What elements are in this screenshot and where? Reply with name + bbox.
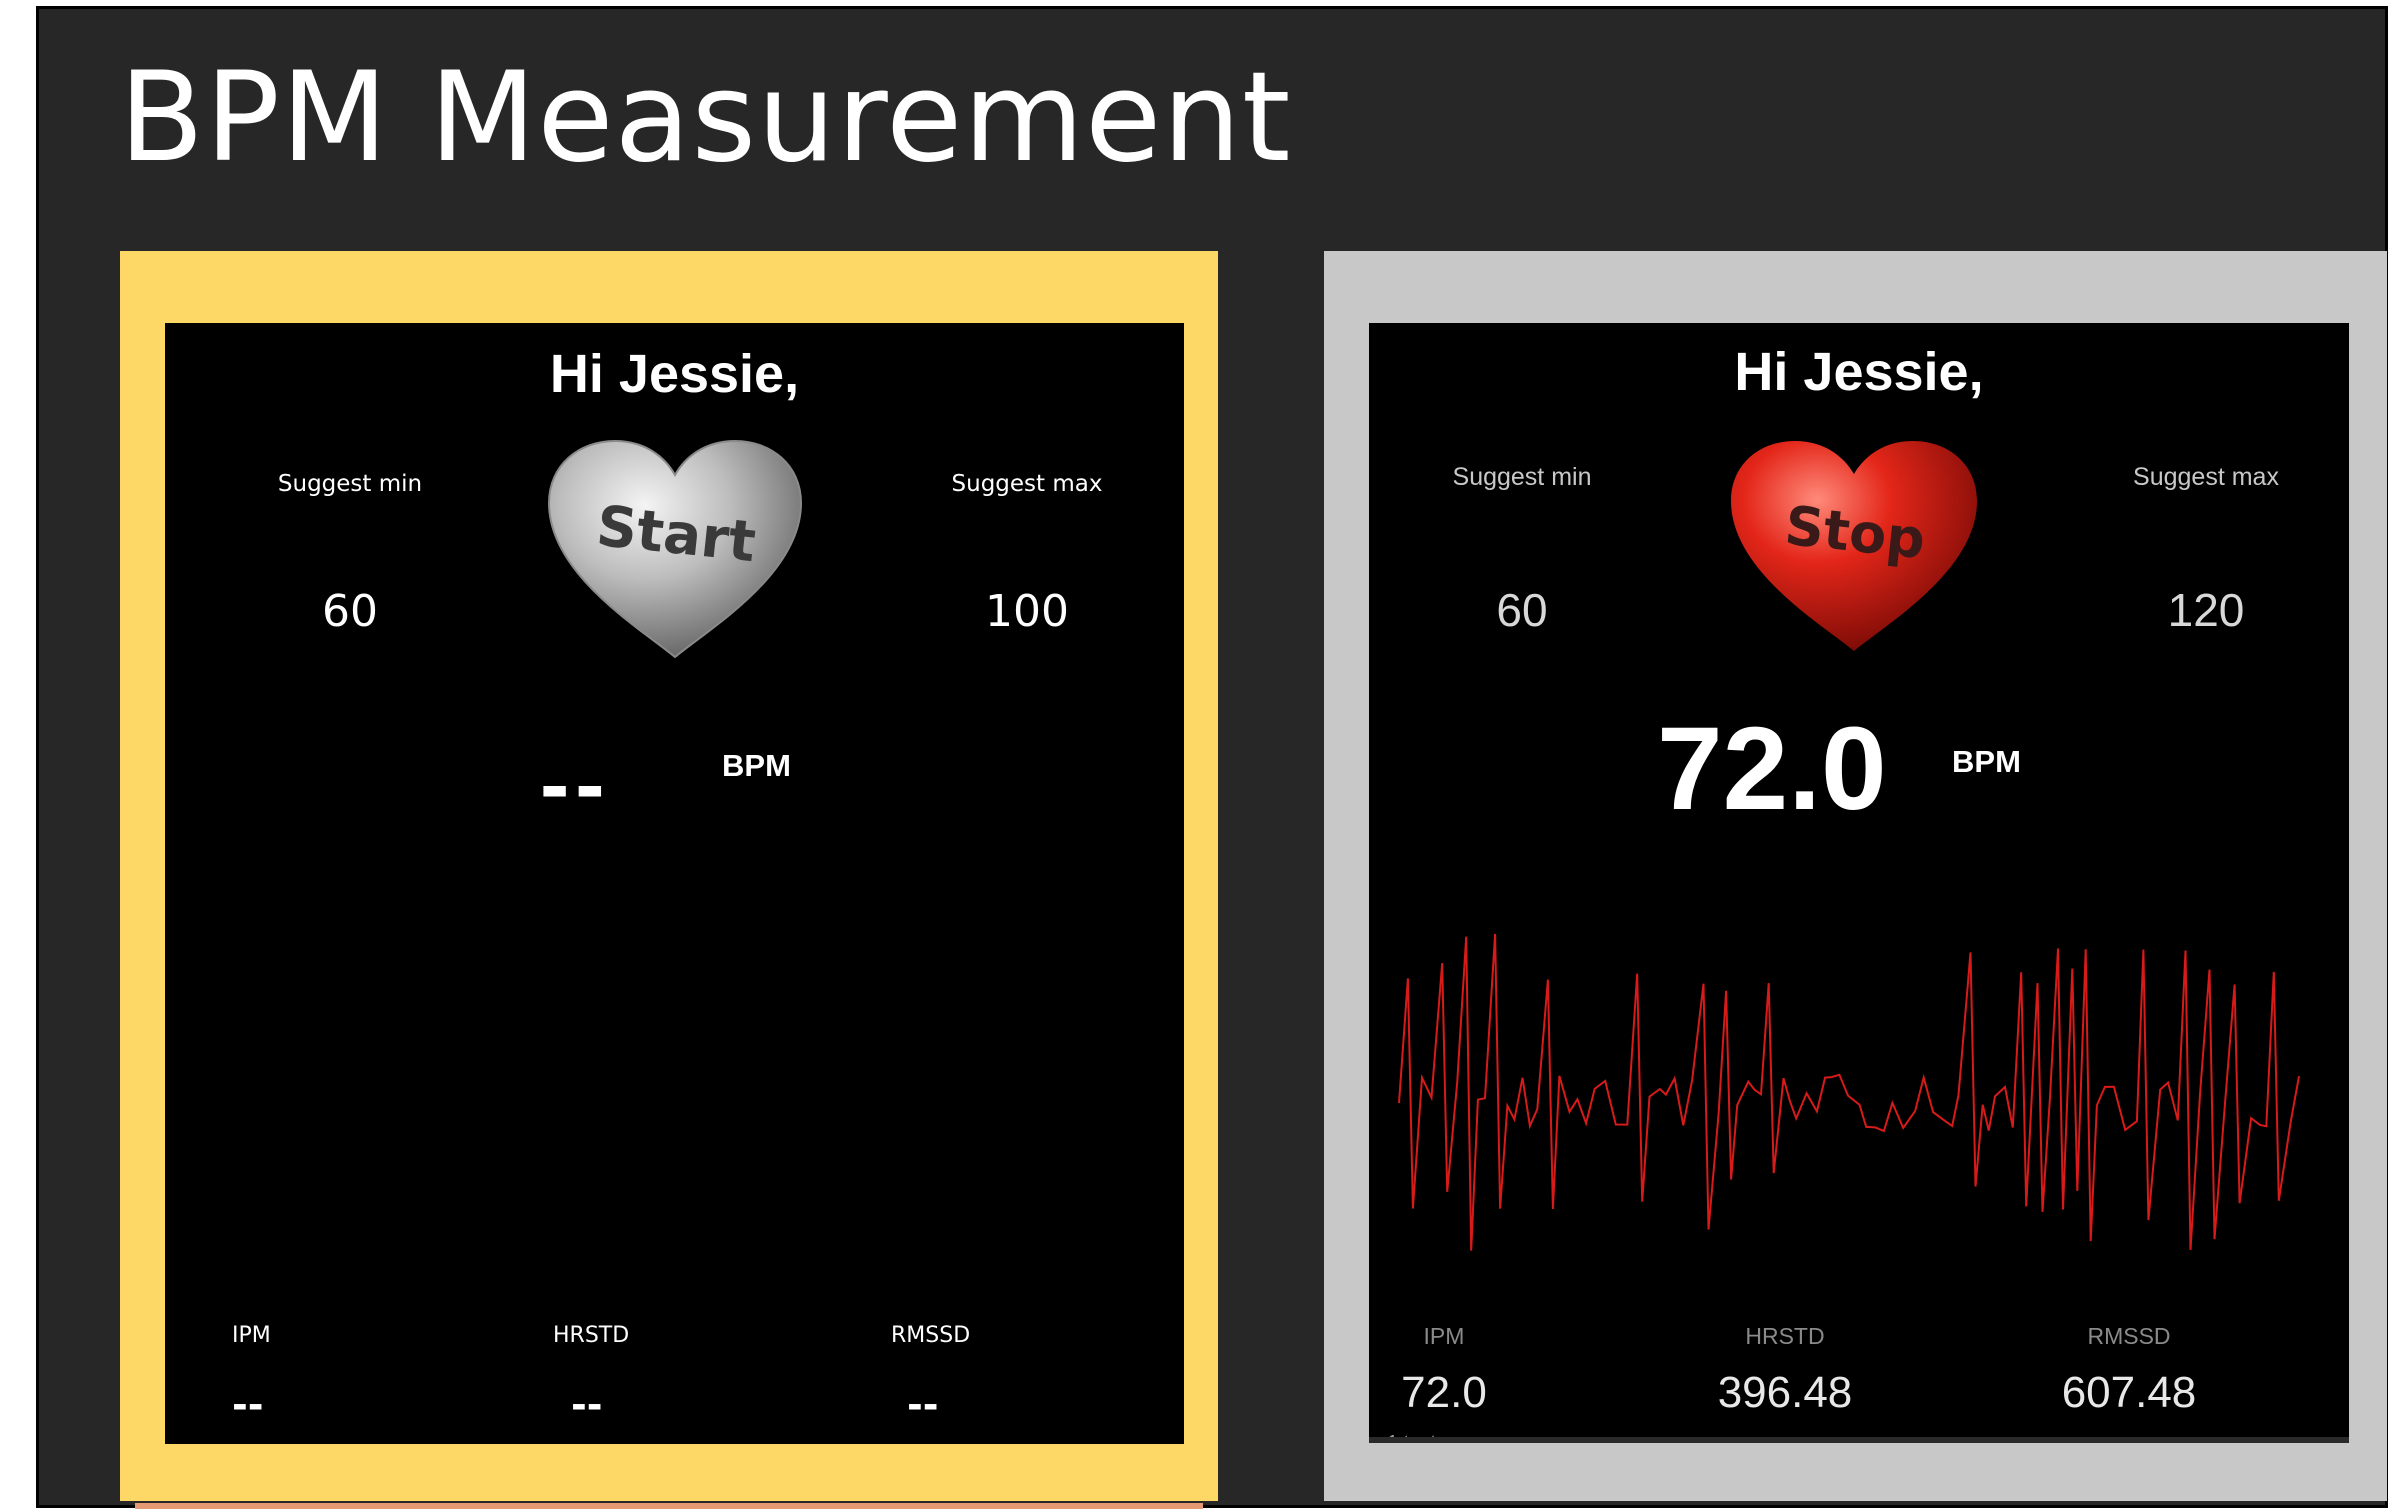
app-frame: BPM Measurement Hi Jessie, Suggest min 6…: [36, 6, 2388, 1509]
heart-icon: Start: [547, 439, 803, 659]
rmssd-label: RMSSD: [2087, 1323, 2171, 1349]
greeting: Hi Jessie,: [1734, 342, 1984, 402]
suggest-max-label: Suggest max: [951, 471, 1103, 497]
panel-underline: [135, 1503, 1203, 1509]
suggest-min-value: 60: [322, 586, 378, 637]
greeting: Hi Jessie,: [549, 344, 800, 404]
suggest-max-value: 120: [2167, 584, 2245, 636]
suggest-min-value: 60: [1496, 584, 1548, 636]
left-phone-screen: Hi Jessie, Suggest min 60 Suggest max 10…: [165, 323, 1184, 1444]
screen-bottom-bar: [1369, 1437, 2349, 1443]
hrstd-label: HRSTD: [1745, 1323, 1825, 1349]
ipm-label: IPM: [232, 1323, 271, 1348]
page-title: BPM Measurement: [119, 46, 1292, 190]
heart-icon: Stop: [1731, 441, 1977, 651]
ecg-waveform: [1398, 933, 2300, 1251]
right-phone-screen: Hi Jessie, Suggest min 60 Suggest max 12…: [1369, 323, 2349, 1443]
bpm-unit: BPM: [1952, 744, 2021, 779]
start-heart-button[interactable]: Start: [543, 435, 807, 663]
bpm-value: --: [540, 734, 611, 833]
bpm-value: 72.0: [1657, 703, 1887, 835]
hrstd-value: 396.48: [1717, 1368, 1853, 1417]
right-panel: Hi Jessie, Suggest min 60 Suggest max 12…: [1324, 251, 2387, 1501]
ipm-label: IPM: [1423, 1323, 1465, 1349]
rmssd-value: 607.48: [2061, 1368, 2197, 1417]
suggest-min-label: Suggest min: [277, 471, 423, 497]
suggest-min-label: Suggest min: [1452, 463, 1592, 491]
ipm-value: --: [232, 1383, 264, 1427]
ecg-line: [1398, 933, 2300, 1251]
ipm-value: 72.0: [1401, 1368, 1487, 1417]
rmssd-label: RMSSD: [891, 1323, 971, 1348]
stop-heart-button[interactable]: Stop: [1725, 435, 1983, 657]
left-panel: Hi Jessie, Suggest min 60 Suggest max 10…: [120, 251, 1218, 1509]
bpm-unit: BPM: [722, 748, 791, 783]
suggest-max-value: 100: [985, 586, 1069, 637]
hrstd-value: --: [571, 1383, 603, 1427]
suggest-max-label: Suggest max: [2133, 463, 2279, 491]
rmssd-value: --: [907, 1383, 939, 1427]
hrstd-label: HRSTD: [553, 1323, 630, 1348]
